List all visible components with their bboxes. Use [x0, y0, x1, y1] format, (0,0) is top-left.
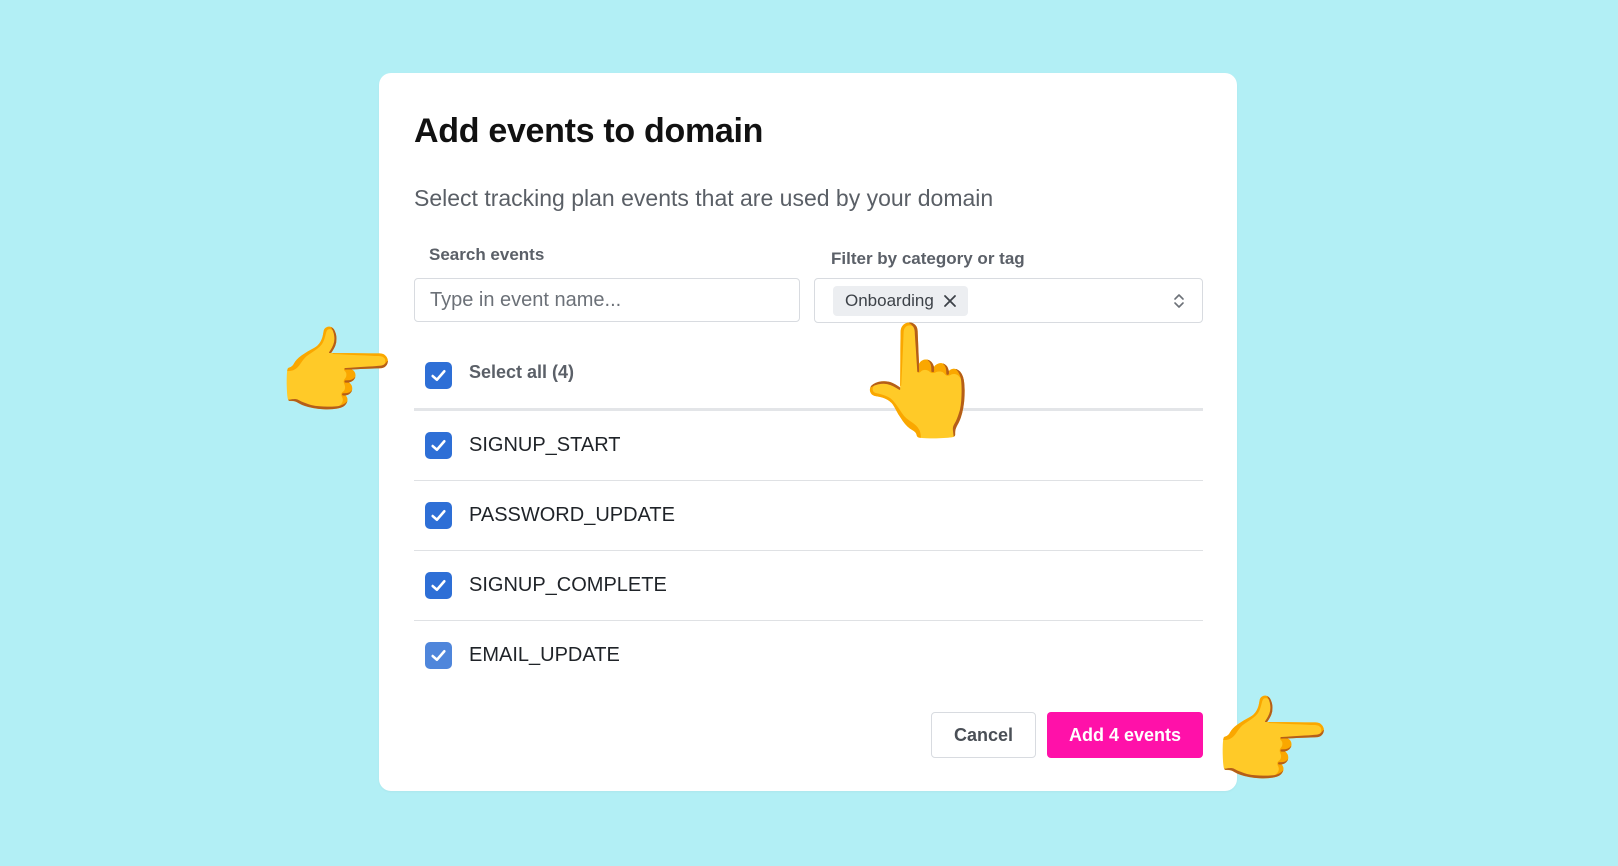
event-row[interactable]: SIGNUP_START [414, 411, 1203, 481]
pointing-up-hand-icon: 👆 [853, 319, 990, 442]
event-checkbox[interactable] [425, 572, 452, 599]
filter-tag: Onboarding [833, 286, 968, 316]
modal-title: Add events to domain [414, 112, 764, 150]
search-input[interactable] [414, 278, 800, 322]
modal-subtitle: Select tracking plan events that are use… [414, 185, 994, 211]
add-events-modal: Add events to domain Select tracking pla… [379, 73, 1237, 791]
select-all-checkbox[interactable] [425, 362, 452, 389]
select-all-label: Select all (4) [469, 362, 575, 382]
event-row[interactable]: EMAIL_UPDATE [414, 621, 1203, 691]
add-events-button[interactable]: Add 4 events [1047, 712, 1203, 758]
event-checkbox[interactable] [425, 432, 452, 459]
search-label: Search events [429, 245, 545, 264]
pointing-right-hand-icon: 👉 [276, 320, 396, 427]
event-row[interactable]: SIGNUP_COMPLETE [414, 551, 1203, 621]
pointing-right-hand-icon: 👉 [1212, 689, 1332, 796]
event-row[interactable]: PASSWORD_UPDATE [414, 481, 1203, 551]
checkmark-icon [431, 369, 446, 382]
cancel-button[interactable]: Cancel [931, 712, 1036, 758]
checkmark-icon [431, 439, 446, 452]
event-name: PASSWORD_UPDATE [469, 504, 675, 526]
filter-label: Filter by category or tag [831, 249, 1025, 268]
event-name: SIGNUP_START [469, 434, 621, 456]
select-all-row[interactable]: Select all (4) [414, 335, 1203, 411]
checkmark-icon [431, 649, 446, 662]
event-name: EMAIL_UPDATE [469, 644, 620, 666]
event-checkbox[interactable] [425, 642, 452, 669]
checkmark-icon [431, 509, 446, 522]
chevron-up-down-icon[interactable] [1172, 292, 1186, 310]
filter-select[interactable]: Onboarding [814, 278, 1203, 323]
event-name: SIGNUP_COMPLETE [469, 574, 667, 596]
event-list: SIGNUP_START PASSWORD_UPDATE SIGNUP_COMP… [414, 411, 1203, 691]
close-icon[interactable] [942, 293, 958, 309]
checkmark-icon [431, 579, 446, 592]
event-checkbox[interactable] [425, 502, 452, 529]
filter-tag-label: Onboarding [845, 291, 934, 310]
